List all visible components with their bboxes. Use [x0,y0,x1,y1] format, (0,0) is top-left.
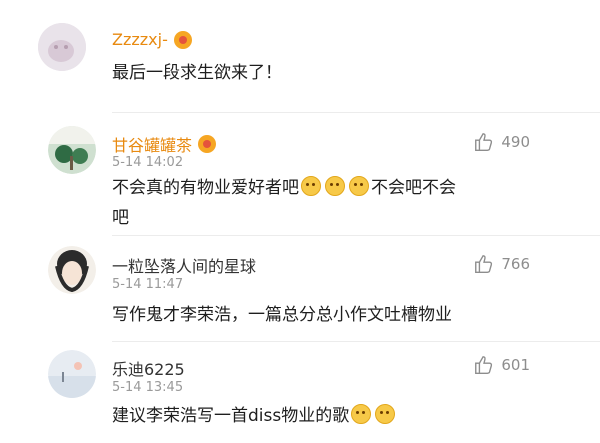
username[interactable]: 甘谷罐罐茶 [112,132,217,156]
avatar[interactable] [48,246,96,294]
like-button[interactable]: 766 [473,253,530,275]
comment-time: 5-14 14:02 [112,155,184,170]
smile-emoji-icon [325,176,345,196]
vip-badge-icon [198,135,217,153]
avatar[interactable] [48,126,96,174]
thumbs-up-icon [475,133,493,151]
avatar[interactable] [48,350,96,398]
comment-time: 5-14 11:47 [112,277,184,292]
comment-item: 甘谷罐罐茶 5-14 14:02 490 不会真的有物业爱好者吧 不会吧不会 吧 [0,115,600,236]
vip-badge-icon [173,30,192,49]
comment-item: 乐迪6225 5-14 13:45 601 建议李荣浩写一首diss物业的歌 [0,341,600,443]
comment-text: 不会真的有物业爱好者吧 不会吧不会 吧 [112,176,456,228]
smile-emoji-icon [349,176,369,196]
avatar[interactable] [38,23,86,71]
comment-text: 写作鬼才李荣浩，一篇总分总小作文吐槽物业 [112,305,452,325]
comment-time: 5-14 13:45 [112,380,184,395]
username[interactable]: 乐迪6225 [112,356,185,380]
thumbs-up-icon [475,255,493,273]
comment-item: 一粒坠落人间的星球 5-14 11:47 766 写作鬼才李荣浩，一篇总分总小作… [0,235,600,342]
like-button[interactable]: 490 [473,131,530,153]
like-button[interactable]: 601 [473,354,530,376]
comment-text: 建议李荣浩写一首diss物业的歌 [112,401,532,431]
comment-text: 最后一段求生欲来了！ [112,63,282,83]
comment-item: Zzzzxj- 最后一段求生欲来了！ [0,0,600,115]
smile-emoji-icon [375,404,396,424]
divider [112,112,600,113]
smile-emoji-icon [301,176,321,196]
thumbs-up-icon [475,356,493,374]
username[interactable]: Zzzzxj- [112,30,192,49]
smile-emoji-icon [351,404,372,424]
username[interactable]: 一粒坠落人间的星球 [112,253,256,277]
